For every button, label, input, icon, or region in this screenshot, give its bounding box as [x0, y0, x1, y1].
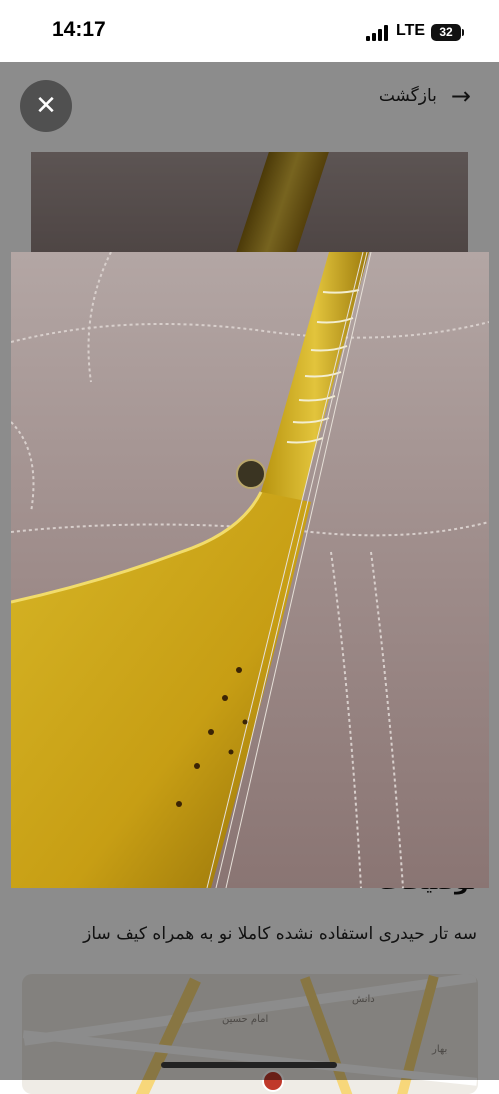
- status-time: 14:17: [52, 18, 106, 41]
- battery-icon: 32: [431, 24, 461, 41]
- status-bar: 14:17 LTE 32: [0, 0, 499, 62]
- close-button[interactable]: ✕: [20, 80, 72, 132]
- lightbox-photo[interactable]: [11, 252, 489, 888]
- tar-instrument-photo: [11, 252, 489, 888]
- battery-cap: [462, 29, 464, 36]
- home-indicator: [161, 1062, 337, 1068]
- signal-icon: [366, 25, 390, 41]
- network-type: LTE: [396, 22, 426, 39]
- close-icon: ✕: [35, 91, 57, 121]
